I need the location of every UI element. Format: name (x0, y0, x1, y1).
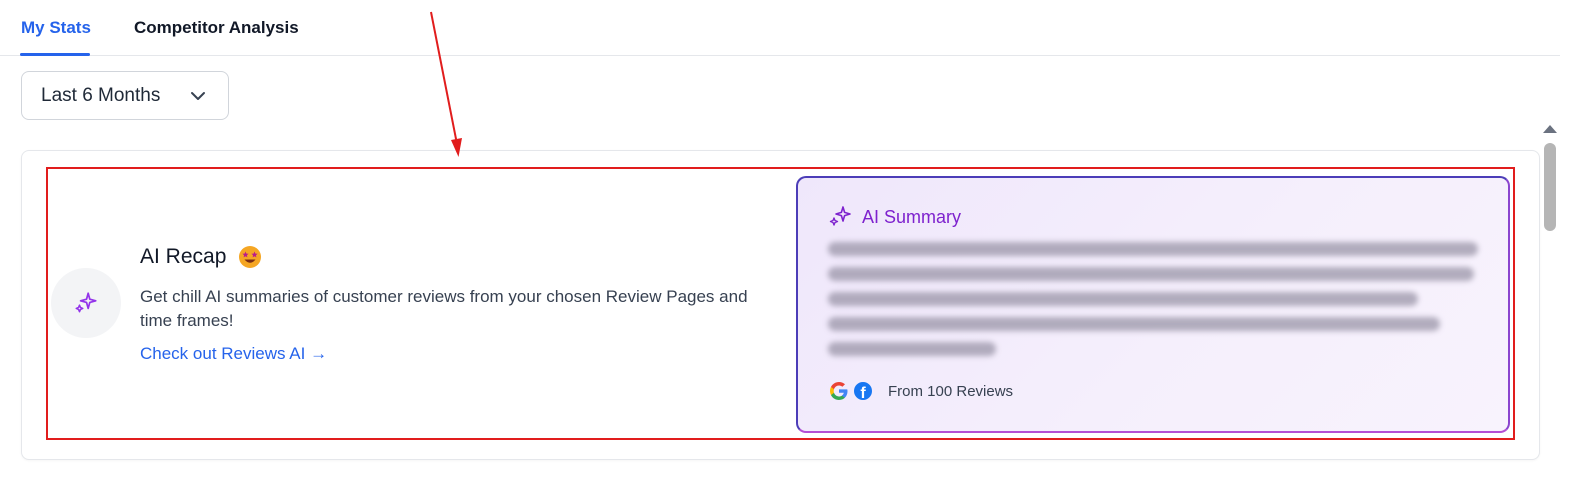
scroll-up-arrow[interactable] (1543, 125, 1557, 133)
date-range-select[interactable]: Last 6 Months (21, 71, 229, 120)
page: My Stats Competitor Analysis Last 6 Mont… (0, 0, 1590, 488)
active-tab-indicator (20, 53, 90, 56)
chevron-down-icon (191, 92, 205, 100)
scrollbar-thumb[interactable] (1544, 143, 1556, 231)
annotation-arrow (430, 11, 462, 157)
highlight-annotation (46, 167, 1515, 440)
tab-bar: My Stats Competitor Analysis (0, 0, 1560, 56)
tab-my-stats[interactable]: My Stats (21, 18, 91, 38)
date-range-value: Last 6 Months (41, 84, 161, 106)
tab-competitor-analysis[interactable]: Competitor Analysis (134, 18, 299, 38)
